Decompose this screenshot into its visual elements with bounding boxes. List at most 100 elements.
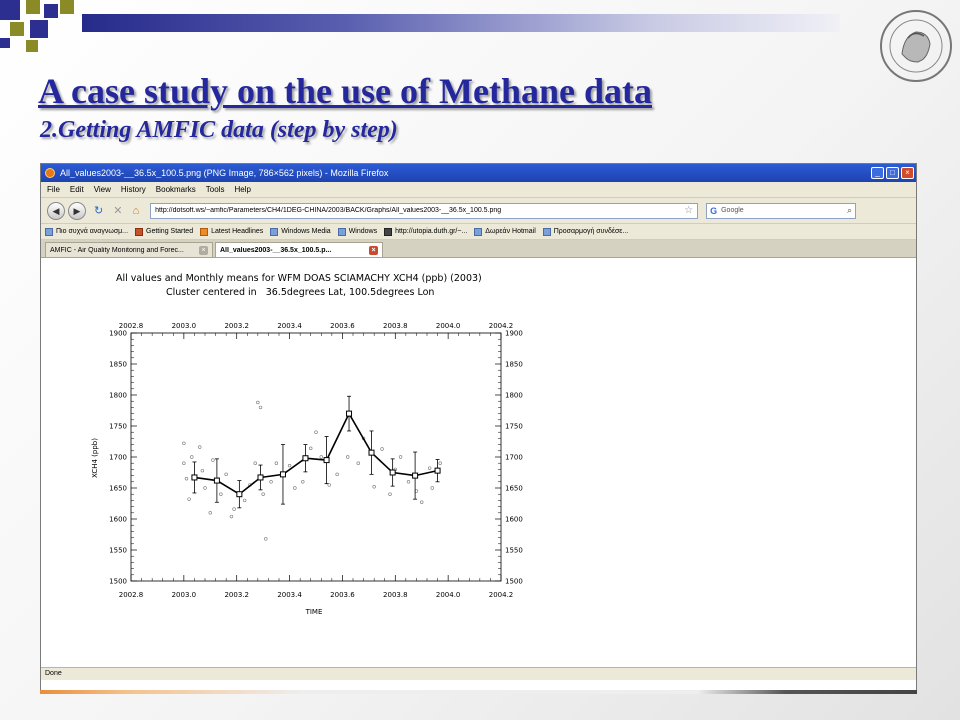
data-point <box>208 511 212 515</box>
y-tick-label-right: 1500 <box>505 578 523 586</box>
monthly-mean-line <box>194 411 438 496</box>
bookmarks-toolbar: Πιο συχνά αναγνωσμ... Getting Started La… <box>41 224 916 240</box>
slide-footer-bar <box>40 690 917 694</box>
menu-history[interactable]: History <box>121 185 146 194</box>
maximize-button[interactable]: □ <box>886 167 899 179</box>
menu-tools[interactable]: Tools <box>206 185 225 194</box>
y-tick-label-right: 1700 <box>505 454 523 462</box>
search-input[interactable]: G Google ⌕ <box>706 202 857 219</box>
reload-icon[interactable]: ↻ <box>94 204 103 217</box>
monthly-mean-marker <box>191 474 198 481</box>
back-icon[interactable]: ◀ <box>47 201 65 220</box>
x-axis-label: TIME <box>305 608 323 616</box>
bookmark-item[interactable]: Windows Media <box>270 227 331 236</box>
minimize-button[interactable]: _ <box>871 167 884 179</box>
data-point <box>274 461 279 465</box>
home-icon[interactable]: ⌂ <box>132 205 139 217</box>
bookmark-star-icon[interactable]: ☆ <box>684 205 693 216</box>
data-point <box>232 507 236 511</box>
x-tick-label: 2003.8 <box>383 591 408 599</box>
y-tick-label-right: 1850 <box>505 361 523 369</box>
y-tick-label: 1850 <box>109 361 127 369</box>
page-icon <box>474 227 483 236</box>
bookmark-label: Πιο συχνά αναγνωσμ... <box>56 228 129 235</box>
data-point <box>211 458 215 462</box>
data-point <box>269 480 273 484</box>
monthly-mean-marker <box>257 474 264 481</box>
data-point <box>398 455 403 459</box>
data-point <box>253 461 257 465</box>
y-tick-label: 1700 <box>109 454 127 462</box>
y-tick-label-right: 1800 <box>505 392 523 400</box>
decor-square <box>60 0 74 14</box>
data-point <box>219 492 223 496</box>
bookmark-item[interactable]: http://utopia.duth.gr/~... <box>384 227 467 236</box>
y-tick-label: 1900 <box>109 330 127 338</box>
bookmark-item[interactable]: Getting Started <box>135 227 193 236</box>
close-button[interactable]: × <box>901 167 914 179</box>
decor-square <box>10 22 24 36</box>
x-tick-label: 2004.0 <box>436 591 461 599</box>
slide-title: A case study on the use of Methane data <box>38 71 653 111</box>
bookmark-item[interactable]: Δωρεάν Hotmail <box>474 227 536 236</box>
y-tick-label: 1500 <box>109 578 127 586</box>
data-point <box>420 500 424 504</box>
monthly-mean-marker <box>236 491 243 498</box>
stop-icon[interactable]: ✕ <box>113 204 122 217</box>
data-point <box>309 446 313 451</box>
data-point <box>380 447 384 451</box>
data-point <box>301 480 305 484</box>
data-point <box>293 486 297 490</box>
bookmark-item[interactable]: Πιο συχνά αναγνωσμ... <box>45 227 129 236</box>
chart-subtitle: Cluster centered in 36.5degrees Lat, 100… <box>166 287 434 298</box>
close-tab-icon[interactable]: × <box>199 245 208 255</box>
data-point <box>203 486 207 490</box>
menu-bookmarks[interactable]: Bookmarks <box>156 185 196 194</box>
y-tick-label-right: 1600 <box>505 516 523 524</box>
window-title: All_values2003-__36.5x_100.5.png (PNG Im… <box>60 168 389 178</box>
monthly-mean-marker <box>213 477 220 484</box>
y-tick-label-right: 1550 <box>505 547 523 555</box>
x-tick-label-top: 2003.8 <box>383 322 408 330</box>
university-seal-icon <box>880 10 952 82</box>
menu-help[interactable]: Help <box>234 185 250 194</box>
monthly-mean-marker <box>412 472 419 479</box>
google-icon: G <box>710 205 718 216</box>
data-point <box>190 455 194 459</box>
window-titlebar: All_values2003-__36.5x_100.5.png (PNG Im… <box>41 164 916 182</box>
search-icon[interactable]: ⌕ <box>847 205 852 216</box>
url-text: http://dotsoft.ws/~amfic/Parameters/CH4/… <box>155 207 502 214</box>
y-tick-label: 1550 <box>109 547 127 555</box>
data-point <box>182 441 186 446</box>
y-tick-label: 1600 <box>109 516 127 524</box>
y-tick-label: 1650 <box>109 485 127 493</box>
forward-icon[interactable]: ▶ <box>68 201 86 220</box>
y-tick-label-right: 1650 <box>505 485 523 493</box>
url-bar[interactable]: http://dotsoft.ws/~amfic/Parameters/CH4/… <box>150 202 699 219</box>
tab-amfic[interactable]: AMFIC - Air Quality Monitoring and Forec… <box>45 242 213 257</box>
slide-subtitle: 2.Getting AMFIC data (step by step) <box>40 117 398 143</box>
bookmark-label: Δωρεάν Hotmail <box>485 228 536 235</box>
status-bar: Done <box>41 667 916 680</box>
data-point <box>427 466 432 470</box>
data-point <box>242 498 247 503</box>
menu-edit[interactable]: Edit <box>70 185 84 194</box>
data-point <box>229 514 234 519</box>
close-tab-icon[interactable]: × <box>369 245 378 255</box>
data-point <box>346 455 350 459</box>
bookmark-item[interactable]: Προσαρμογή συνδέσε... <box>542 227 628 236</box>
menu-file[interactable]: File <box>47 185 60 194</box>
bookmark-item[interactable]: Latest Headlines <box>200 227 263 236</box>
tab-image[interactable]: All_values2003-__36.5x_100.5.p... × <box>215 242 383 257</box>
menu-view[interactable]: View <box>94 185 111 194</box>
x-tick-label: 2003.4 <box>277 591 302 599</box>
data-point <box>198 445 202 449</box>
bookmark-item[interactable]: Windows <box>337 227 377 236</box>
monthly-mean-marker <box>434 467 441 474</box>
data-point <box>287 463 292 468</box>
x-tick-label: 2003.2 <box>224 591 249 599</box>
x-tick-label-top: 2003.2 <box>224 322 249 330</box>
data-point <box>438 461 442 465</box>
monthly-mean-marker <box>323 457 330 464</box>
browser-window: All_values2003-__36.5x_100.5.png (PNG Im… <box>40 163 917 691</box>
